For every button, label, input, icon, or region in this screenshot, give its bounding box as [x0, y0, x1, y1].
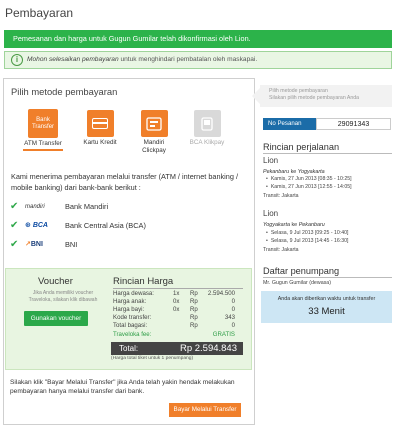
- passenger-list-heading: Daftar penumpang: [263, 266, 392, 278]
- method-mandiri-clickpay[interactable]: Mandiri Clickpay: [134, 110, 174, 155]
- bank-name: Bank Mandiri: [65, 201, 109, 211]
- method-bca-klikpay[interactable]: BCA Klikpay: [184, 110, 230, 147]
- airline-name: Lion: [263, 156, 279, 165]
- flight-item: Selasa, 9 Jul 2013 [14:45 - 16:30]: [266, 238, 349, 245]
- timer-value: 33 Menit: [308, 306, 345, 317]
- flight-item: Kamis, 27 Jun 2013 [12:55 - 14:05]: [266, 184, 352, 191]
- payment-timer-box: Anda akan diberikan waktu untuk transfer…: [261, 291, 392, 323]
- check-icon: ✔: [10, 238, 19, 250]
- flight-item: Kamis, 27 Jun 2013 [08:35 - 10:25]: [266, 176, 352, 183]
- method-credit-card[interactable]: Kartu Kredit: [75, 110, 125, 147]
- reminder-text: untuk menghindari pembatalan oleh maskap…: [118, 56, 258, 63]
- total-bar: Total: Rp 2.594.843: [111, 342, 243, 355]
- check-icon: ✔: [10, 219, 19, 231]
- bca-klikpay-icon: [193, 110, 221, 137]
- mandiri-logo: mandiri: [25, 203, 45, 210]
- clickpay-icon: [140, 110, 168, 137]
- airline-name: Lion: [263, 209, 279, 218]
- payment-reminder-alert: i Mohon selesaikan pembayaran untuk meng…: [4, 51, 392, 69]
- total-note: (Harga total tiket untuk 1 penumpang): [111, 356, 194, 361]
- current-step-box: Pilih metode pembayaran Silakan pilih me…: [260, 85, 392, 107]
- check-icon: ✔: [10, 200, 19, 212]
- voucher-title: Voucher: [38, 276, 73, 287]
- payment-method-heading: Pilih metode pembayaran: [11, 86, 118, 97]
- step-subtitle: Silakan pilih metode pembayaran Anda: [269, 95, 359, 102]
- bank-name: BNI: [65, 239, 78, 249]
- method-label: Kartu Kredit: [83, 139, 117, 146]
- confirm-instructions: Silakan klik "Bayar Melalui Transfer" ji…: [10, 379, 235, 395]
- order-number-label: No Pesanan: [263, 118, 316, 130]
- order-number-value: 29091343: [316, 118, 391, 130]
- price-heading: Rincian Harga: [113, 276, 243, 289]
- credit-card-icon: [86, 110, 114, 137]
- step-arrow: [252, 88, 260, 104]
- route-text: Yogyakarta ke Pekanbaru: [263, 222, 325, 228]
- trip-details-heading: Rincian perjalanan: [263, 142, 392, 154]
- total-label: Total:: [119, 344, 139, 353]
- total-amount: Rp 2.594.843: [179, 343, 237, 354]
- traveloka-fee-row: Traveloka fee: GRATIS: [113, 331, 235, 338]
- page-title: Pembayaran: [5, 6, 74, 20]
- timer-label: Anda akan diberikan waktu untuk transfer: [277, 296, 376, 302]
- transfer-description: Kami menerima pembayaran melalui transfe…: [11, 172, 238, 192]
- bca-logo: ⊛ BCA: [25, 222, 48, 229]
- route-text: Pekanbaru ke Yogyakarta: [263, 169, 325, 175]
- method-label: Mandiri Clickpay: [142, 139, 166, 154]
- use-voucher-button[interactable]: Gunakan voucher: [24, 311, 88, 326]
- info-icon: i: [11, 54, 23, 66]
- method-label: ATM Transfer: [23, 140, 63, 151]
- price-row: Harga anak: 0x Rp 0: [113, 298, 235, 305]
- bank-name: Bank Central Asia (BCA): [65, 220, 146, 230]
- method-atm-transfer[interactable]: Bank Transfer ATM Transfer: [23, 109, 63, 151]
- price-row: Total bagasi: Rp 0: [113, 322, 235, 329]
- bank-transfer-tile: Bank Transfer: [28, 109, 58, 138]
- passenger-name: Mr. Gugun Gumilar (dewasa): [263, 280, 332, 286]
- bank-row-mandiri: ✔ mandiri Bank Mandiri: [10, 200, 108, 212]
- method-label: BCA Klikpay: [189, 139, 225, 146]
- reminder-emphasis: Mohon selesaikan pembayaran: [27, 56, 119, 63]
- transit-text: Transit: Jakarta: [263, 247, 299, 253]
- bank-row-bca: ✔ ⊛ BCA Bank Central Asia (BCA): [10, 219, 146, 231]
- step-title: Pilih metode pembayaran: [269, 88, 328, 94]
- transit-text: Transit: Jakarta: [263, 193, 299, 199]
- flight-item: Selasa, 9 Jul 2013 [09:25 - 10:40]: [266, 230, 349, 237]
- price-row: Harga dewasa: 1x Rp 2.594.500: [113, 290, 235, 297]
- confirmation-alert: Pemesanan dan harga untuk Gugun Gumilar …: [4, 30, 392, 48]
- price-row: Kode transfer: Rp 343: [113, 314, 235, 321]
- pay-by-transfer-button[interactable]: Bayar Melalui Transfer: [169, 403, 241, 417]
- bank-row-bni: ✔ ↗BNI BNI: [10, 238, 77, 250]
- voucher-description: Jika Anda memiliki voucher Traveloka, si…: [28, 290, 98, 303]
- price-row: Harga bayi: 0x Rp 0: [113, 306, 235, 313]
- bni-logo: ↗BNI: [25, 241, 43, 248]
